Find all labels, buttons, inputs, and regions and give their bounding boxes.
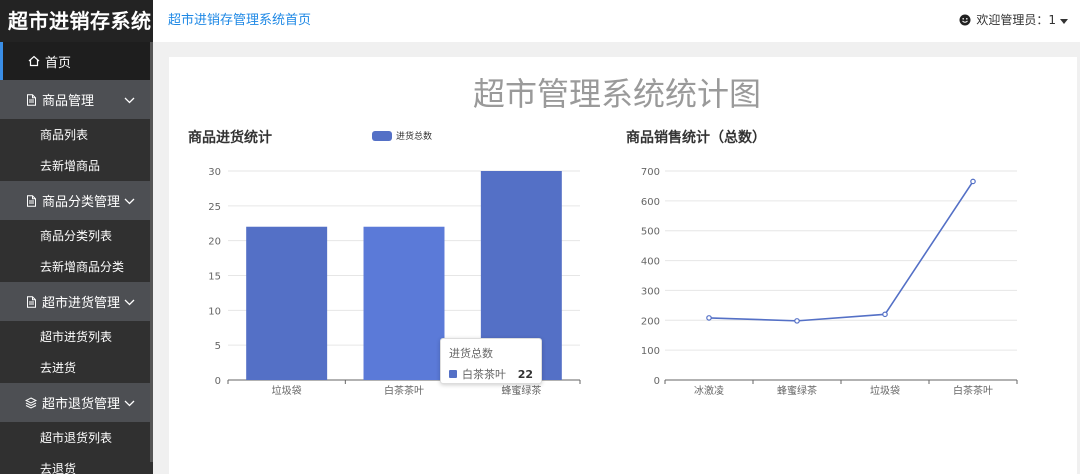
- y-tick-label: 10: [208, 306, 221, 317]
- page-title: 超市管理系统统计图: [472, 75, 761, 113]
- caret-down-icon: [1060, 13, 1068, 27]
- smiley-icon: [958, 13, 972, 27]
- data-point: [706, 315, 712, 321]
- x-tick-label: 垃圾袋: [272, 384, 302, 397]
- x-tick-label: 白茶茶叶: [953, 384, 993, 397]
- tooltip-label: 白茶茶叶: [462, 368, 506, 381]
- chevron-down-icon: [124, 194, 135, 209]
- line-chart: 0 100 200 300 400 500 600 700 冰激凌 蜂蜜绿茶 垃圾袋 白茶茶叶: [641, 167, 1018, 397]
- home-link[interactable]: 超市进销存管理系统首页: [168, 9, 311, 28]
- data-point: [970, 178, 976, 185]
- y-tick-label: 600: [641, 197, 660, 208]
- y-tick-label: 100: [641, 346, 660, 357]
- data-point: [794, 318, 800, 324]
- sidebar-item-purchase-list[interactable]: 超市进货列表: [0, 321, 153, 352]
- y-tick-label: 20: [208, 237, 221, 248]
- tooltip-marker: [449, 370, 457, 378]
- sidebar-group-return[interactable]: 超市退货管理: [0, 383, 153, 422]
- data-point: [882, 311, 888, 318]
- y-tick-label: 200: [641, 316, 660, 327]
- y-tick-label: 300: [641, 286, 660, 297]
- y-tick-label: 0: [654, 376, 660, 387]
- tooltip-value: 22: [517, 367, 533, 381]
- y-tick-label: 0: [215, 376, 221, 387]
- sidebar-group-label: 超市进货管理: [42, 296, 121, 311]
- x-tick-label: 蜂蜜绿茶: [501, 384, 541, 397]
- sidebar-item-home-label: 首页: [45, 55, 72, 71]
- legend-swatch: [372, 130, 392, 141]
- chevron-down-icon: [124, 295, 135, 310]
- x-tick-label: 白茶茶叶: [384, 384, 424, 397]
- tooltip-title: 进货总数: [449, 347, 493, 360]
- sidebar-item-return-list[interactable]: 超市退货列表: [0, 422, 153, 453]
- bar: [246, 226, 328, 380]
- sidebar-group-label: 商品管理: [42, 94, 95, 109]
- series-line: [708, 181, 974, 322]
- file-icon: [24, 93, 38, 107]
- chevron-down-icon: [124, 396, 135, 411]
- sidebar-item-add-goods[interactable]: 去新增商品: [0, 150, 153, 181]
- user-menu[interactable]: 欢迎管理员：1: [958, 11, 1068, 28]
- sidebar-group-category[interactable]: 商品分类管理: [0, 181, 153, 220]
- user-label: 欢迎管理员：1: [976, 13, 1056, 27]
- legend-label: 进货总数: [396, 132, 433, 142]
- app-title: 超市进销存系统: [0, 0, 153, 42]
- sidebar-item-goods-list[interactable]: 商品列表: [0, 119, 153, 150]
- y-tick-label: 500: [641, 227, 660, 238]
- y-tick-label: 15: [208, 272, 221, 283]
- top-header: 超市进销存管理系统首页 欢迎管理员：1: [153, 0, 1080, 42]
- sidebar-item-go-return[interactable]: 去退货: [0, 453, 153, 474]
- file-icon: [24, 194, 38, 208]
- bar: [363, 226, 445, 380]
- sidebar-group-label: 超市退货管理: [42, 397, 121, 412]
- y-tick-label: 30: [208, 167, 221, 178]
- sidebar-item-go-purchase[interactable]: 去进货: [0, 352, 153, 383]
- y-tick-label: 700: [641, 167, 660, 178]
- file-icon: [24, 295, 38, 309]
- bar-chart-title: 商品进货统计: [188, 130, 272, 146]
- x-tick-label: 垃圾袋: [870, 384, 900, 397]
- sidebar-item-category-list[interactable]: 商品分类列表: [0, 220, 153, 251]
- y-tick-label: 5: [215, 341, 221, 352]
- y-tick-label: 25: [208, 202, 221, 213]
- layers-icon: [24, 396, 38, 410]
- x-tick-label: 蜂蜜绿茶: [777, 384, 817, 397]
- bar-chart-legend[interactable]: 进货总数: [372, 129, 432, 142]
- sidebar-item-add-category[interactable]: 去新增商品分类: [0, 251, 153, 282]
- sidebar-group-purchase[interactable]: 超市进货管理: [0, 282, 153, 321]
- y-tick-label: 400: [641, 257, 660, 268]
- bar-tooltip: 进货总数 白茶茶叶 22: [440, 338, 542, 384]
- line-chart-title: 商品销售统计（总数）: [626, 130, 766, 146]
- sidebar-group-label: 商品分类管理: [42, 195, 121, 210]
- home-icon: [27, 54, 41, 68]
- x-tick-label: 冰激凌: [694, 384, 724, 397]
